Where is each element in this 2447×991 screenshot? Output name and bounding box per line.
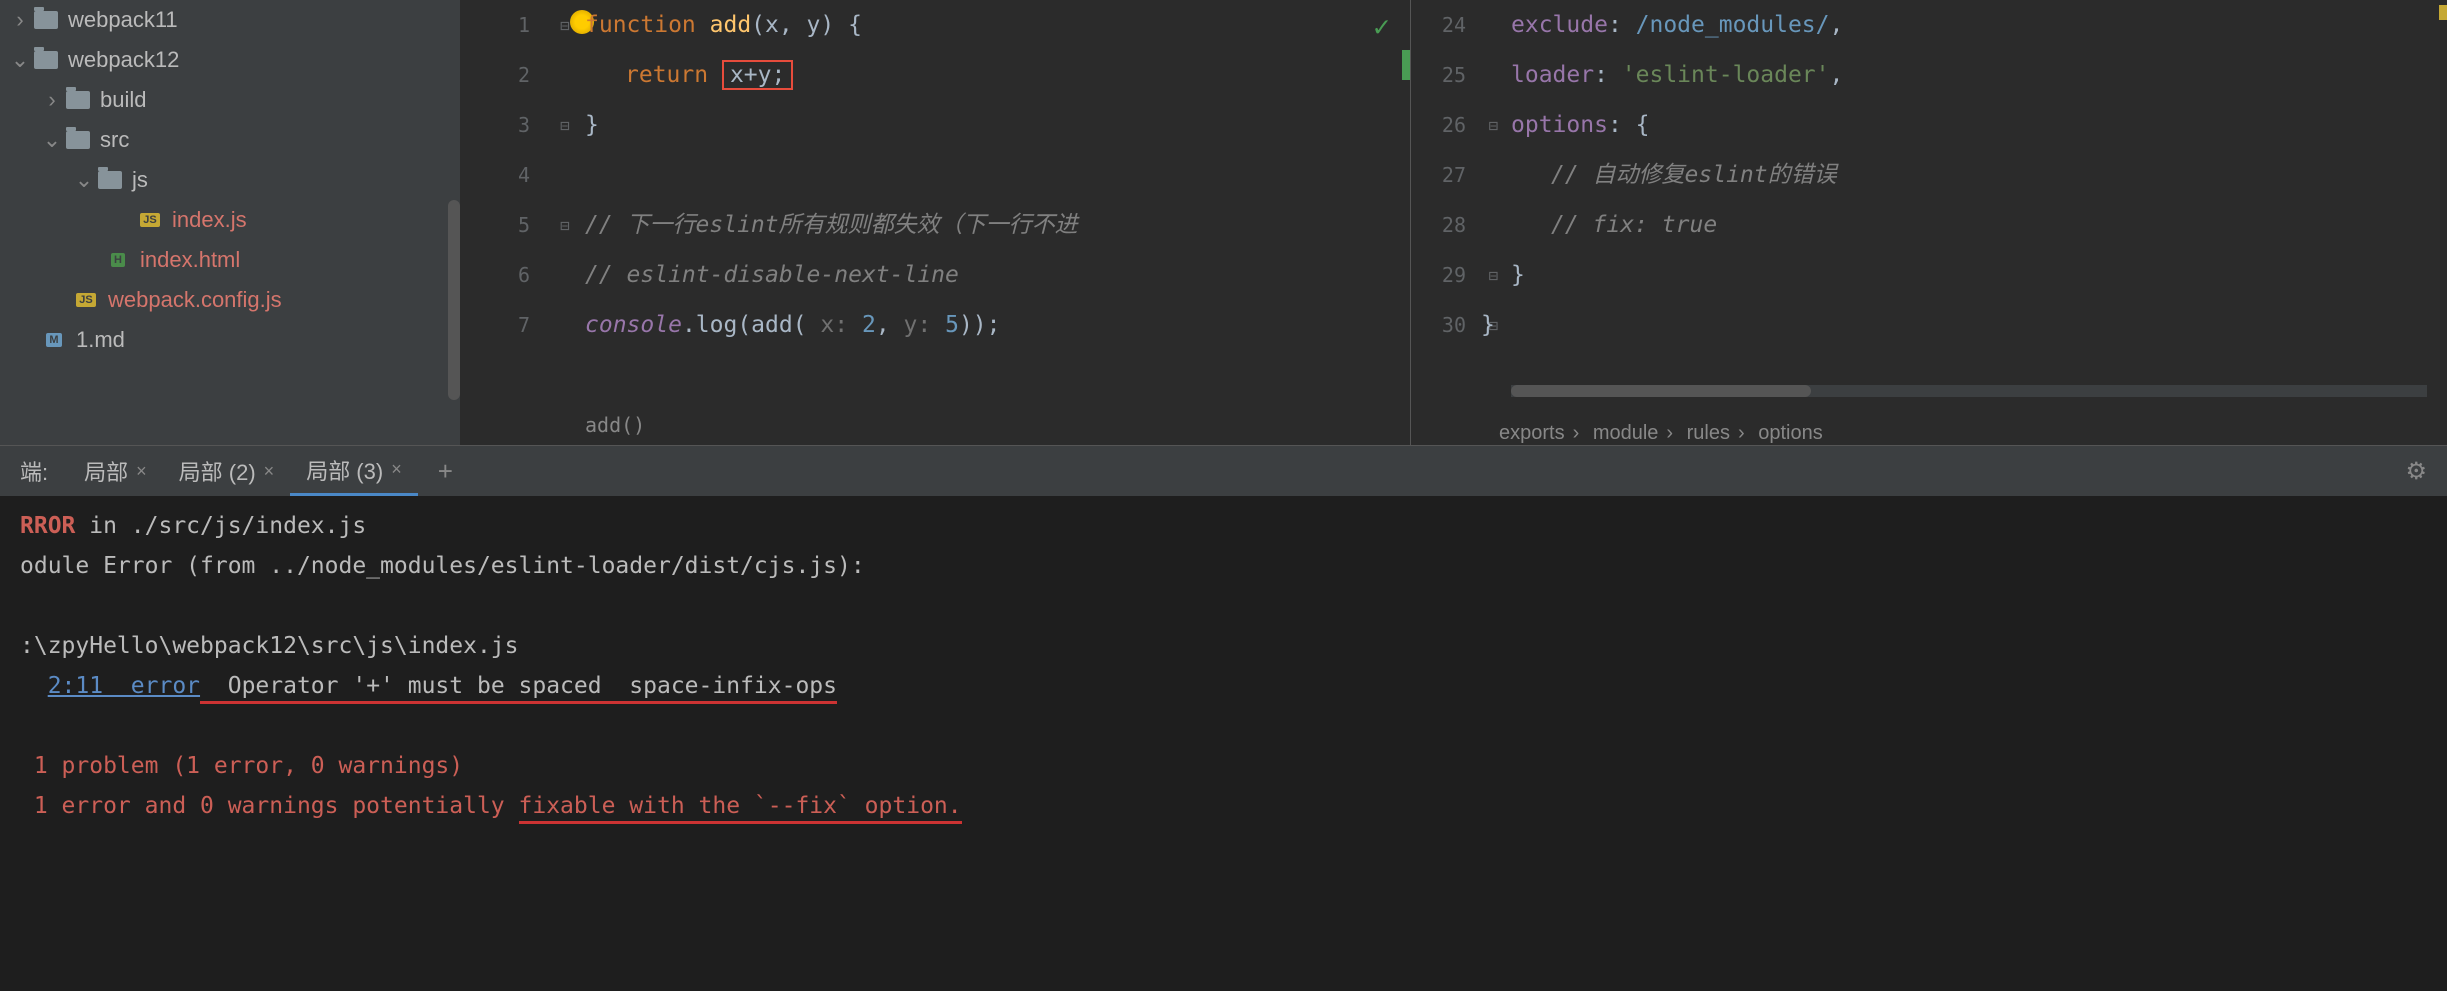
tree-label: index.html <box>140 247 240 273</box>
error-label: RROR <box>20 513 75 539</box>
editor-right[interactable]: 24 25 26 27 28 29 30 ⊟ ⊟ ⊟ exclude: /nod… <box>1410 0 2447 445</box>
code-line-27[interactable]: // 自动修复eslint的错误 <box>1511 150 2447 200</box>
error-location-link[interactable]: 2:11 error <box>48 673 200 699</box>
error-highlight: x+y; <box>722 60 793 90</box>
terminal-tab-2[interactable]: 局部 (2)× <box>163 446 291 496</box>
tree-item-index-html[interactable]: H index.html <box>0 240 460 280</box>
horizontal-scrollbar[interactable] <box>1511 385 2427 397</box>
tree-item-webpack-config[interactable]: JS webpack.config.js <box>0 280 460 320</box>
terminal-panel: 端: 局部× 局部 (2)× 局部 (3)× + ⚙ RROR in ./src… <box>0 445 2447 991</box>
code-area[interactable]: exclude: /node_modules/, loader: 'eslint… <box>1511 0 2447 350</box>
chevron-right-icon: › <box>8 7 32 33</box>
gear-icon[interactable]: ⚙ <box>2405 457 2427 486</box>
code-line-1[interactable]: function add(x, y) { <box>585 0 1410 50</box>
close-icon[interactable]: × <box>391 459 402 480</box>
terminal-header-label: 端: <box>0 455 68 487</box>
breadcrumb[interactable]: exports› module› rules› options <box>1491 422 1831 445</box>
chevron-down-icon: ⌄ <box>72 167 96 193</box>
tree-item-index-js[interactable]: JS index.js <box>0 200 460 240</box>
fold-icon[interactable]: ⊟ <box>1481 100 1506 150</box>
tree-label: build <box>100 87 146 113</box>
code-area[interactable]: function add(x, y) { return x+y; } // 下一… <box>585 0 1410 350</box>
scrollbar-thumb[interactable] <box>1511 385 1811 397</box>
line-gutter: 24 25 26 27 28 29 30 <box>1421 0 1481 350</box>
editor-left[interactable]: 1 2 3 4 5 6 7 ⊟ ⊟ ⊟ ✓ function add(x, y)… <box>460 0 1410 445</box>
tree-item-webpack12[interactable]: ⌄ webpack12 <box>0 40 460 80</box>
code-line-3[interactable]: } <box>585 100 1410 150</box>
tree-item-js[interactable]: ⌄ js <box>0 160 460 200</box>
close-icon[interactable]: × <box>264 461 275 482</box>
tree-label: js <box>132 167 148 193</box>
code-line-24[interactable]: exclude: /node_modules/, <box>1511 0 2447 50</box>
tree-label: webpack.config.js <box>108 287 282 313</box>
code-line-7[interactable]: console.log(add( x: 2, y: 5)); <box>585 300 1410 350</box>
folder-icon <box>96 169 124 191</box>
chevron-down-icon: ⌄ <box>40 127 64 153</box>
code-line-4[interactable] <box>585 150 1410 200</box>
folder-icon <box>64 129 92 151</box>
close-icon[interactable]: × <box>136 461 147 482</box>
sidebar-scrollbar[interactable] <box>448 200 460 400</box>
html-file-icon: H <box>104 249 132 271</box>
fold-end-icon: ⊟ <box>550 100 580 150</box>
code-line-6[interactable]: // eslint-disable-next-line <box>585 250 1410 300</box>
line-gutter: 1 2 3 4 5 6 7 <box>460 0 550 350</box>
folder-icon <box>32 9 60 31</box>
tree-item-build[interactable]: › build <box>0 80 460 120</box>
tree-item-webpack11[interactable]: › webpack11 <box>0 0 460 40</box>
tree-label: webpack11 <box>68 7 178 33</box>
js-file-icon: JS <box>136 209 164 231</box>
fold-column: ⊟ ⊟ ⊟ <box>1481 0 1506 350</box>
tree-label: webpack12 <box>68 47 179 73</box>
chevron-down-icon: ⌄ <box>8 47 32 73</box>
js-file-icon: JS <box>72 289 100 311</box>
project-sidebar[interactable]: › webpack11 ⌄ webpack12 › build ⌄ src ⌄ … <box>0 0 460 445</box>
editor-pane: 1 2 3 4 5 6 7 ⊟ ⊟ ⊟ ✓ function add(x, y)… <box>460 0 2447 445</box>
folder-icon <box>64 89 92 111</box>
code-line-29[interactable]: } <box>1511 250 2447 300</box>
top-area: › webpack11 ⌄ webpack12 › build ⌄ src ⌄ … <box>0 0 2447 445</box>
code-line-28[interactable]: // fix: true <box>1511 200 2447 250</box>
error-message: Operator '+' must be spaced space-infix-… <box>200 673 837 704</box>
folder-icon <box>32 49 60 71</box>
code-line-30[interactable]: } <box>1481 300 2447 350</box>
fold-icon[interactable]: ⊟ <box>550 200 580 250</box>
code-line-26[interactable]: options: { <box>1511 100 2447 150</box>
tree-item-src[interactable]: ⌄ src <box>0 120 460 160</box>
tree-label: 1.md <box>76 327 125 353</box>
tree-label: index.js <box>172 207 247 233</box>
code-line-25[interactable]: loader: 'eslint-loader', <box>1511 50 2447 100</box>
tree-item-1-md[interactable]: M 1.md <box>0 320 460 360</box>
terminal-output[interactable]: RROR in ./src/js/index.js odule Error (f… <box>0 496 2447 991</box>
add-terminal-button[interactable]: + <box>418 456 473 487</box>
md-file-icon: M <box>40 329 68 351</box>
code-line-2[interactable]: return x+y; <box>585 50 1410 100</box>
terminal-tab-1[interactable]: 局部× <box>68 446 163 496</box>
problem-summary: 1 problem (1 error, 0 warnings) <box>20 753 463 779</box>
tree-label: src <box>100 127 129 153</box>
terminal-tabs: 端: 局部× 局部 (2)× 局部 (3)× + ⚙ <box>0 446 2447 496</box>
fix-hint: fixable with the `--fix` option. <box>519 793 962 824</box>
fold-column: ⊟ ⊟ ⊟ <box>550 0 580 250</box>
chevron-right-icon: › <box>40 87 64 113</box>
breadcrumb[interactable]: add() <box>585 405 645 445</box>
code-line-5[interactable]: // 下一行eslint所有规则都失效（下一行不进 <box>585 200 1410 250</box>
terminal-tab-3[interactable]: 局部 (3)× <box>290 446 418 496</box>
fold-end-icon: ⊟ <box>1481 250 1506 300</box>
